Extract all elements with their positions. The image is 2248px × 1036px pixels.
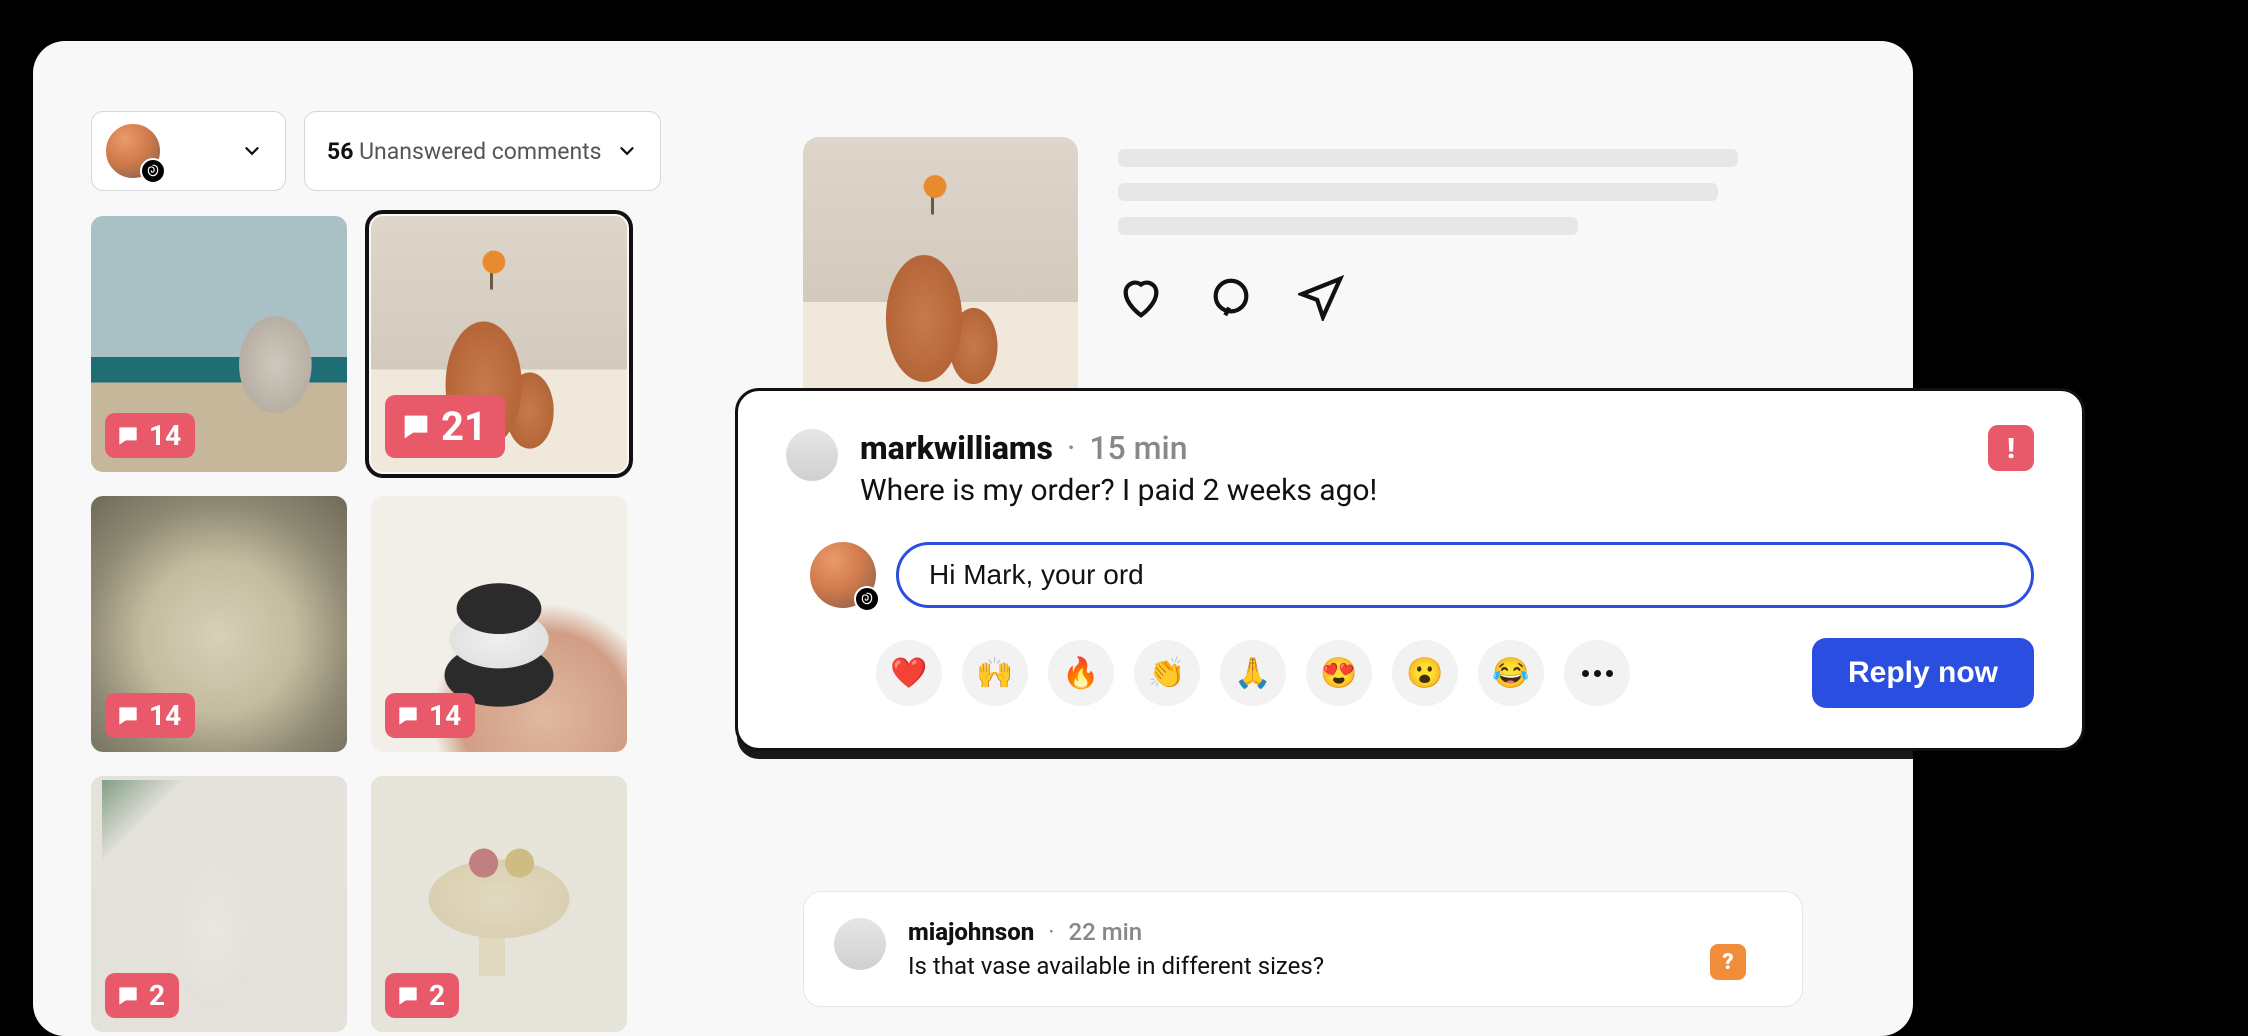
post-thumbnail-selected[interactable]: 21 (371, 216, 627, 472)
comment-count-badge: 21 (385, 395, 505, 458)
post-grid: 14 21 14 14 (91, 216, 627, 1032)
avatar (786, 429, 838, 481)
emoji-heart-eyes[interactable]: 😍 (1306, 640, 1372, 706)
post-image (803, 137, 1078, 412)
comment-count-badge: 2 (385, 973, 459, 1018)
comment-text: Is that vase available in different size… (908, 952, 1772, 980)
comment-username: miajohnson (908, 918, 1034, 946)
comment-icon[interactable] (1208, 275, 1254, 321)
emoji-fire[interactable]: 🔥 (1048, 640, 1114, 706)
comment-count-badge: 14 (105, 693, 195, 738)
comment-icon (115, 983, 141, 1009)
emoji-heart[interactable]: ❤️ (876, 640, 942, 706)
comment-icon (395, 983, 421, 1009)
post-caption-skeleton (1118, 137, 1803, 321)
post-thumbnail[interactable]: 14 (371, 496, 627, 752)
topbar: 56 Unanswered comments (91, 111, 661, 191)
more-emojis-button[interactable] (1564, 640, 1630, 706)
post-detail (803, 137, 1803, 412)
post-thumbnail[interactable]: 14 (91, 496, 347, 752)
filter-label: Unanswered comments (359, 138, 601, 165)
comment-icon (395, 703, 421, 729)
reply-now-button[interactable]: Reply now (1812, 638, 2034, 708)
post-thumbnail[interactable]: 14 (91, 216, 347, 472)
emoji-pray[interactable]: 🙏 (1220, 640, 1286, 706)
emoji-row: ❤️ 🙌 🔥 👏 🙏 😍 😮 😂 Reply now (876, 638, 2034, 708)
comment-count-badge: 14 (385, 693, 475, 738)
chevron-down-icon (616, 140, 638, 162)
reply-input[interactable] (896, 542, 2034, 608)
alert-badge: ! (1988, 425, 2034, 471)
avatar (834, 918, 886, 970)
question-badge: ? (1710, 944, 1746, 980)
comment-icon (115, 703, 141, 729)
like-icon[interactable] (1118, 275, 1164, 321)
chevron-down-icon (241, 140, 263, 162)
comment-icon (399, 410, 433, 444)
comment-time: 22 min (1069, 918, 1143, 946)
filter-dropdown[interactable]: 56 Unanswered comments (304, 111, 661, 191)
comment-icon (115, 423, 141, 449)
emoji-joy[interactable]: 😂 (1478, 640, 1544, 706)
comment-count-badge: 2 (105, 973, 179, 1018)
threads-icon (140, 158, 166, 184)
filter-count: 56 (327, 138, 353, 165)
emoji-raised-hands[interactable]: 🙌 (962, 640, 1028, 706)
comment-count-badge: 14 (105, 413, 195, 458)
emoji-wow[interactable]: 😮 (1392, 640, 1458, 706)
post-thumbnail[interactable]: 2 (91, 776, 347, 1032)
share-icon[interactable] (1298, 275, 1344, 321)
comment-text: Where is my order? I paid 2 weeks ago! (860, 473, 2034, 508)
emoji-clap[interactable]: 👏 (1134, 640, 1200, 706)
comment-card[interactable]: miajohnson · 22 min Is that vase availab… (803, 891, 1803, 1007)
threads-icon (854, 586, 880, 612)
comment-username: markwilliams (860, 429, 1053, 467)
post-thumbnail[interactable]: 2 (371, 776, 627, 1032)
avatar (104, 122, 162, 180)
comment-time: 15 min (1089, 429, 1187, 467)
reply-panel: markwilliams · 15 min Where is my order?… (735, 388, 2085, 751)
avatar (810, 542, 876, 608)
account-dropdown[interactable] (91, 111, 286, 191)
